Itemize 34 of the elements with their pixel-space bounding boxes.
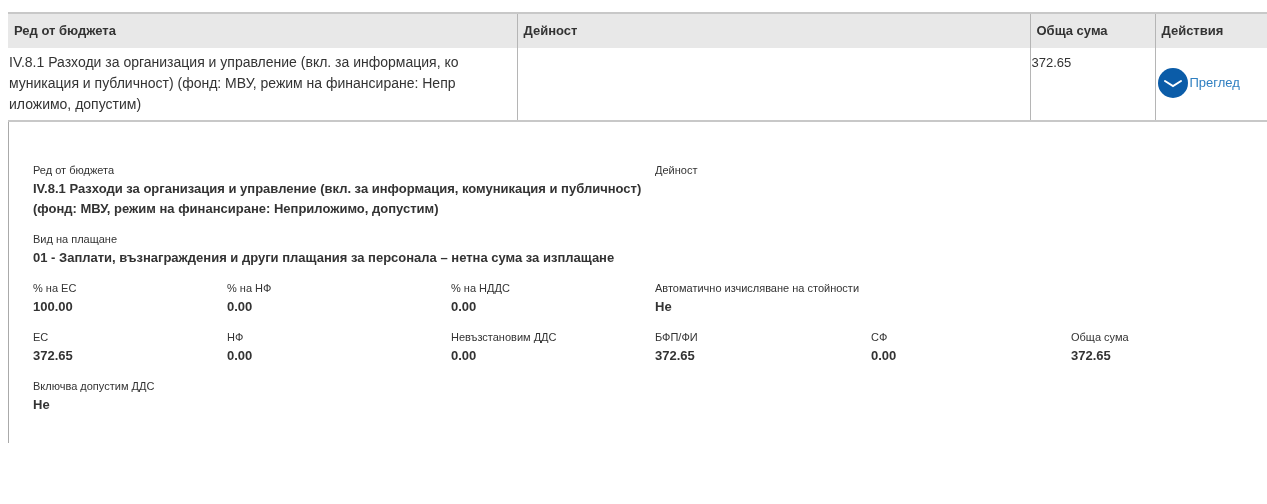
field-value: 100.00 xyxy=(33,298,74,316)
field-label: Ред от бюджета xyxy=(33,163,116,178)
field-label: НФ xyxy=(227,330,245,345)
field-value: 01 - Заплати, възнаграждения и други плащания за персонала – нетна сума за изплащане xyxy=(33,249,616,267)
field-value: 0.00 xyxy=(227,347,254,365)
field-label: % на НФ xyxy=(227,281,273,296)
field-label: Вид на плащане xyxy=(33,232,119,247)
field-value: 0.00 xyxy=(451,347,478,365)
field-value: IV.8.1 Разходи за организация и управление (вкл. за информация, комуникация и публичност) (фонд: МВУ, режим на финансиране: Неприложимо, допустим) xyxy=(33,180,643,218)
field-label: Невъзстановим ДДС xyxy=(451,330,558,345)
field-value: 0.00 xyxy=(871,347,898,365)
field-value: Не xyxy=(33,396,51,414)
field-label: СФ xyxy=(871,330,889,345)
field-value: 0.00 xyxy=(451,298,478,316)
table-cell: 372.65 xyxy=(1031,55,1072,70)
field-label: % на НДДС xyxy=(451,281,511,296)
field-value: 372.65 xyxy=(655,347,696,365)
column-header: Действия xyxy=(1155,13,1267,48)
column-header: Дейност xyxy=(517,13,1030,48)
table-cell: IV.8.1 Разходи за организация и управление (вкл. за информация, ко муникация и публичност) (фонд: МВУ, режим на финансиране: Непр иложимо, допустим) xyxy=(9,54,459,112)
field-value: 372.65 xyxy=(1071,347,1112,365)
field-label: % на ЕС xyxy=(33,281,78,296)
field-label: Включва допустим ДДС xyxy=(33,379,156,394)
field-value: 372.65 xyxy=(33,347,74,365)
field-label: Обща сума xyxy=(1071,330,1130,345)
field-value: Не xyxy=(655,298,673,316)
view-link[interactable]: Преглед xyxy=(1157,68,1240,98)
field-label: ЕС xyxy=(33,330,50,345)
field-label: БФП/ФИ xyxy=(655,330,699,345)
column-header: Обща сума xyxy=(1030,13,1155,48)
field-label: Дейност xyxy=(655,163,699,178)
field-label: Автоматично изчисляване на стойности xyxy=(655,281,861,296)
column-header: Ред от бюджета xyxy=(8,13,517,48)
field-value: 0.00 xyxy=(227,298,254,316)
